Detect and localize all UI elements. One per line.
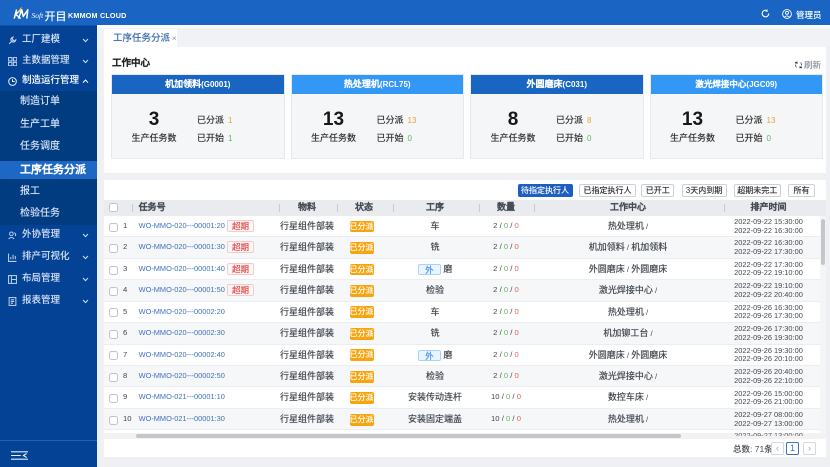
svg-text:Soft: Soft (32, 11, 45, 20)
